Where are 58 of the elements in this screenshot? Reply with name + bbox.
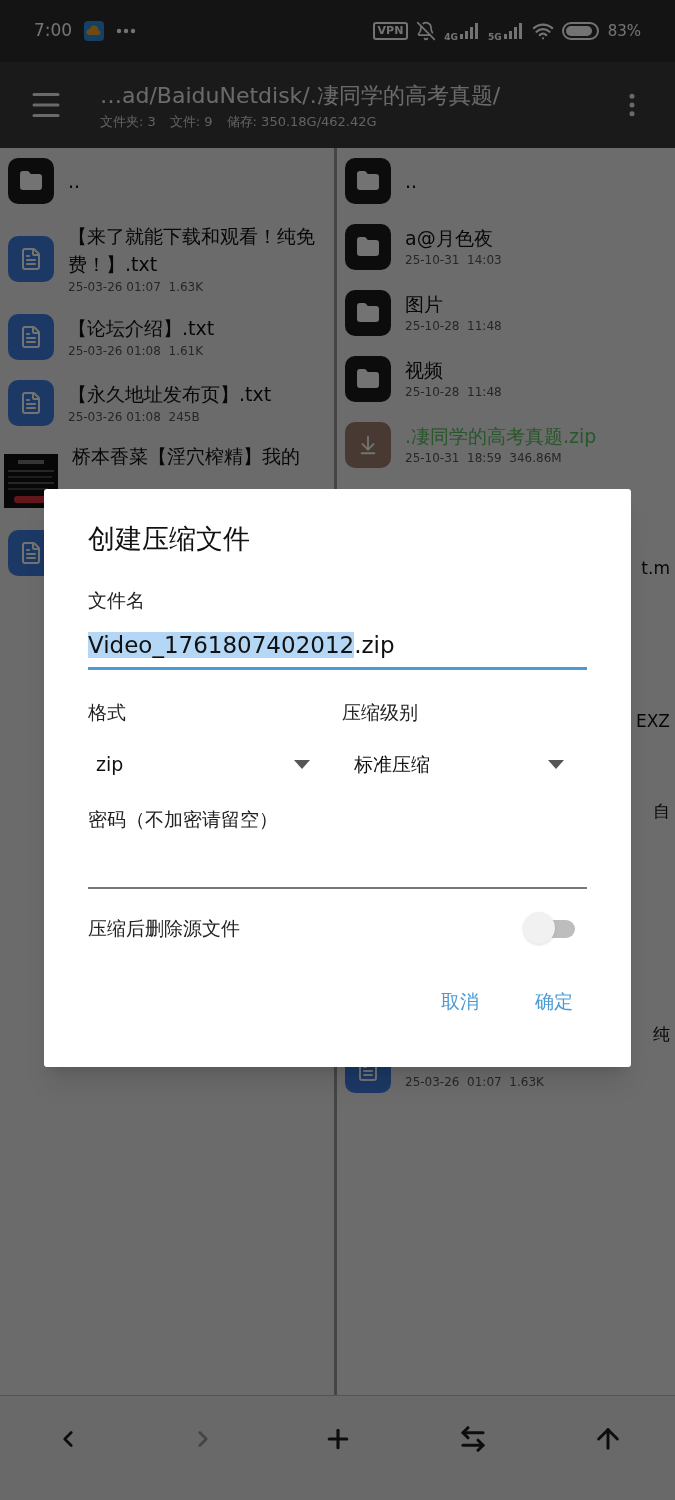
file-name: EXZ [635, 710, 670, 733]
clock: 7:00 [34, 19, 73, 43]
mute-icon [416, 21, 437, 41]
archive-icon [345, 422, 391, 468]
file-name: 纯 [653, 1023, 670, 1046]
filename-field[interactable]: Video_1761807402012.zip [88, 628, 587, 670]
wifi-icon [531, 20, 554, 42]
file-name: .凄同学的高考真题.zip [405, 424, 597, 449]
file-name: 【论坛介绍】.txt [68, 316, 215, 341]
battery-level: 83% [607, 20, 641, 42]
file-name: .. [68, 169, 81, 194]
file-name: a@月色夜 [405, 226, 494, 251]
folder-icon [345, 356, 391, 402]
folder-stat: 文件: 9 [169, 112, 213, 131]
dialog-title: 创建压缩文件 [88, 522, 251, 556]
document-icon [8, 314, 54, 360]
document-icon [8, 236, 54, 282]
folder-icon [345, 224, 391, 270]
file-meta: 25-03-26 01:07 1.63K [405, 1074, 544, 1091]
file-meta: 25-10-28 11:48 [405, 318, 502, 335]
more-notifications-icon [116, 28, 137, 34]
caret-icon [548, 759, 564, 769]
cloud-app-icon [84, 21, 105, 41]
file-name: t.m [641, 557, 670, 580]
file-meta: 25-10-28 11:48 [405, 384, 502, 401]
file-name: 视频 [405, 358, 444, 383]
file-meta: 25-03-26 01:08 245B [68, 409, 201, 426]
folder-icon [345, 290, 391, 336]
file-name: 图片 [405, 292, 444, 317]
file-meta: 25-10-31 18:59 346.86M [405, 450, 563, 467]
signal-icon [460, 23, 480, 39]
folder-icon [8, 158, 54, 204]
file-name: .. [405, 169, 418, 194]
file-name: 【永久地址发布页】.txt [68, 382, 272, 407]
file-name: 桥本香菜【淫穴榨精】我的 [72, 444, 300, 469]
caret-icon [294, 759, 310, 769]
field-label: 压缩级别 [342, 699, 419, 725]
file-name: 自 [653, 800, 670, 823]
folder-icon [345, 158, 391, 204]
field-label: 密码（不加密请留空） [88, 806, 279, 832]
toggle-label: 压缩后删除源文件 [88, 915, 240, 941]
file-meta: 25-10-31 14:03 [405, 252, 502, 269]
field-label: 文件名 [88, 587, 146, 613]
battery-icon [561, 22, 600, 40]
level-dropdown[interactable]: 标准压缩 [342, 750, 564, 779]
folder-stat: 储存: 350.18G/462.42G [226, 112, 377, 131]
document-icon [8, 380, 54, 426]
file-meta: 25-03-26 01:07 1.63K [68, 279, 205, 296]
folder-stat: 文件夹: 3 [100, 112, 156, 131]
signal-icon [503, 23, 524, 39]
file-name: 【来了就能下载和观看！纯免费！】.txt [68, 224, 316, 277]
folder-path: …ad/BaiduNetdisk/.凄同学的高考真题/ [100, 81, 502, 110]
field-label: 格式 [88, 699, 127, 725]
vpn-badge: VPN [372, 22, 409, 40]
network-label: 5G [488, 31, 502, 45]
format-dropdown[interactable]: zip [88, 750, 310, 779]
network-label: 4G [444, 31, 458, 45]
file-meta: 25-03-26 01:08 1.61K [68, 343, 205, 360]
